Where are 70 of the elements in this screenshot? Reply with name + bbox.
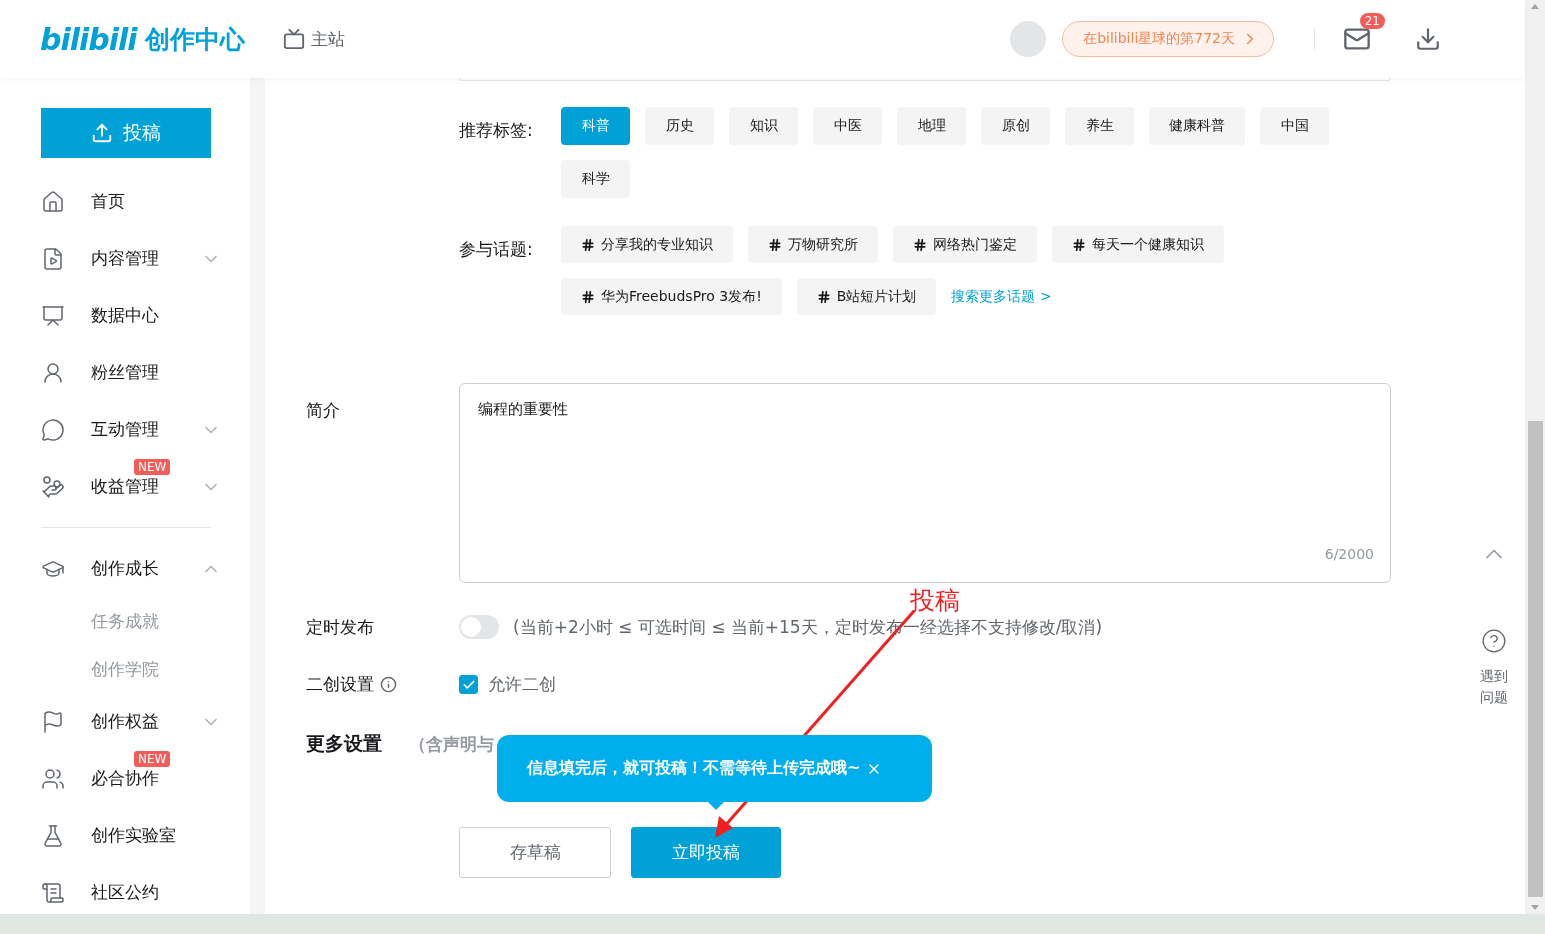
field-label: 参与话题: <box>459 238 534 261</box>
hash-icon <box>913 237 927 252</box>
topic-chip[interactable]: 分享我的专业知识 <box>561 226 733 263</box>
field-label: 简介 <box>306 399 341 422</box>
users-icon <box>41 766 65 791</box>
help-text[interactable]: 遇到问题 <box>1478 666 1509 708</box>
checkbox-label: 允许二创 <box>488 673 556 696</box>
tag-chip[interactable]: 历史 <box>645 107 714 145</box>
hash-icon <box>768 237 782 252</box>
user-icon <box>41 360 65 385</box>
tag-chip[interactable]: 中医 <box>813 107 882 145</box>
tag-chip[interactable]: 养生 <box>1065 107 1134 145</box>
annotation-text: 投稿 <box>910 585 960 617</box>
tag-chip[interactable]: 科学 <box>561 160 630 198</box>
tv-icon <box>282 28 305 50</box>
char-count: 6/2000 <box>1324 546 1374 562</box>
sidebar-item[interactable]: 数据中心 <box>41 287 221 344</box>
topic-chip[interactable]: 万物研究所 <box>748 226 878 263</box>
tag-chip[interactable]: 原创 <box>981 107 1050 145</box>
document-icon <box>41 880 65 905</box>
sidebar-item[interactable]: 创作成长 <box>41 540 221 597</box>
money-bag-icon <box>41 474 65 499</box>
section-title[interactable]: 更多设置 <box>306 731 409 757</box>
sidebar-item[interactable]: 首页 <box>41 173 221 230</box>
toggle-switch[interactable] <box>459 615 499 639</box>
info-icon[interactable] <box>380 676 397 693</box>
tag-chip[interactable]: 知识 <box>729 107 798 145</box>
hash-icon <box>1072 237 1086 252</box>
tag-chip[interactable]: 健康科普 <box>1149 107 1245 145</box>
avatar[interactable] <box>1010 21 1047 57</box>
scrollbar[interactable] <box>1525 0 1545 914</box>
topic-chip[interactable]: 华为FreebudsPro 3发布! <box>561 278 782 315</box>
hash-icon <box>816 289 831 304</box>
sidebar-item[interactable]: 粉丝管理 <box>41 344 221 401</box>
field-label: 二创设置 <box>306 673 374 696</box>
mail-badge: 21 <box>1359 13 1385 29</box>
chart-screen-icon <box>41 303 65 328</box>
site-title: 创作中心 <box>144 23 245 56</box>
sidebar-item[interactable]: 互动管理 <box>41 401 221 458</box>
new-badge: NEW <box>134 459 171 475</box>
chat-icon <box>41 417 65 442</box>
save-draft-button[interactable]: 存草稿 <box>459 827 611 878</box>
tag-chip[interactable]: 中国 <box>1260 107 1329 145</box>
download-icon[interactable] <box>1415 26 1441 52</box>
tooltip: 信息填完后，就可投稿！不需等待上传完成哦~ <box>497 735 932 802</box>
hash-icon <box>581 289 595 304</box>
topic-chip[interactable]: 网络热门鉴定 <box>893 226 1037 263</box>
sidebar-item[interactable]: 创作权益 <box>41 693 221 750</box>
section-hint: （含声明与 <box>409 732 494 756</box>
flag-icon <box>41 709 65 734</box>
home-icon <box>41 189 65 214</box>
new-badge: NEW <box>134 751 171 767</box>
tag-chip[interactable]: 地理 <box>897 107 966 145</box>
topic-chip[interactable]: 每天一个健康知识 <box>1052 226 1224 263</box>
sidebar-item[interactable]: 社区公约 <box>41 864 221 914</box>
flask-icon <box>41 823 65 848</box>
sidebar-item[interactable]: 创作实验室 <box>41 807 221 864</box>
topic-chip[interactable]: B站短片计划 <box>796 278 937 315</box>
hash-icon <box>581 237 595 252</box>
sidebar-item[interactable]: NEW 收益管理 <box>41 458 221 515</box>
intro-field[interactable]: 编程的重要性 6/2000 <box>459 383 1391 583</box>
main-site-link[interactable]: 主站 <box>282 27 345 51</box>
field-label: 定时发布 <box>306 615 375 639</box>
upload-icon <box>91 122 113 144</box>
checkbox[interactable] <box>459 675 478 694</box>
sidebar-item[interactable]: 内容管理 <box>41 230 221 287</box>
video-file-icon <box>41 246 65 271</box>
help-icon[interactable] <box>1480 628 1507 654</box>
field-label: 推荐标签: <box>459 119 534 142</box>
sidebar-item[interactable]: NEW 必合协作 <box>41 750 221 807</box>
